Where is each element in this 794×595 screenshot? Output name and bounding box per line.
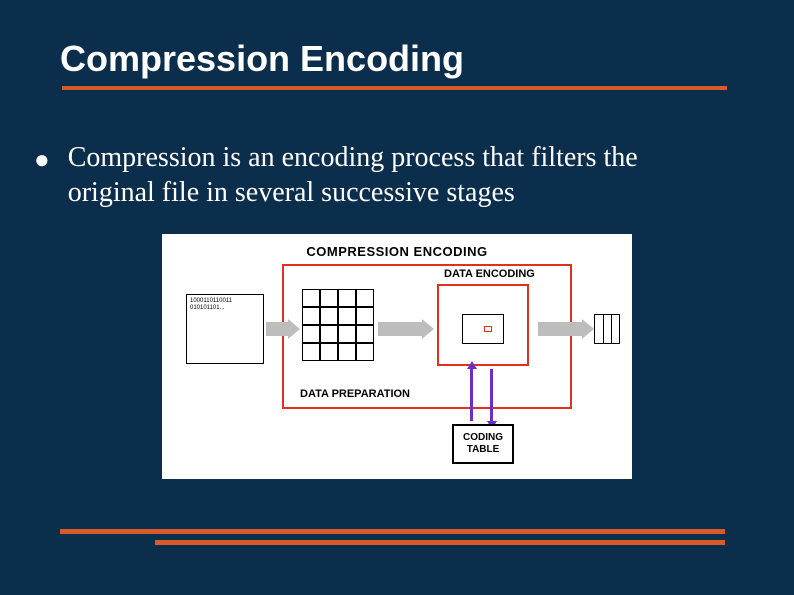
grid-cell — [338, 325, 356, 343]
encoder-symbol — [484, 326, 492, 332]
grid-cell — [302, 289, 320, 307]
grid-cell — [338, 307, 356, 325]
grid-cell — [356, 343, 374, 361]
encoder-box — [462, 314, 504, 344]
footer-decoration — [60, 529, 734, 545]
coding-table-box: CODING TABLE — [452, 424, 514, 464]
title-underline — [62, 86, 727, 90]
slide: Compression Encoding ● Compression is an… — [0, 0, 794, 595]
bullet-item: ● Compression is an encoding process tha… — [34, 140, 734, 210]
bullet-marker: ● — [34, 144, 50, 175]
diagram-container: COMPRESSION ENCODING DATA ENCODING 10001… — [60, 234, 734, 479]
grid-cell — [320, 325, 338, 343]
diagram-title: COMPRESSION ENCODING — [306, 244, 487, 259]
input-bits-text: 1000110110011 010101101... — [190, 298, 232, 312]
grid-cell — [320, 307, 338, 325]
compression-diagram: COMPRESSION ENCODING DATA ENCODING 10001… — [162, 234, 632, 479]
data-preparation-grid — [302, 289, 374, 361]
grid-cell — [338, 289, 356, 307]
grid-cell — [356, 325, 374, 343]
data-encoding-label: DATA ENCODING — [444, 268, 535, 280]
grid-cell — [320, 343, 338, 361]
grid-cell — [302, 343, 320, 361]
footer-bar-2 — [155, 540, 725, 545]
slide-title: Compression Encoding — [60, 38, 734, 80]
input-bits-line2: 010101101... — [190, 305, 225, 311]
input-bits-line1: 1000110110011 — [190, 298, 232, 304]
grid-cell — [320, 289, 338, 307]
coding-table-arrow-down — [490, 369, 493, 421]
coding-table-line2: TABLE — [467, 444, 500, 456]
grid-cell — [302, 325, 320, 343]
arrow-grid-to-encoder — [378, 322, 422, 336]
bullet-text: Compression is an encoding process that … — [68, 140, 708, 210]
grid-cell — [338, 343, 356, 361]
footer-bar-1 — [60, 529, 725, 534]
output-box — [594, 314, 620, 344]
arrow-encoder-to-output — [538, 322, 582, 336]
coding-table-line1: CODING — [463, 432, 503, 444]
arrow-input-to-grid — [266, 322, 288, 336]
data-preparation-label: DATA PREPARATION — [300, 388, 410, 400]
grid-cell — [356, 307, 374, 325]
coding-table-arrow-up — [470, 369, 473, 421]
grid-cell — [356, 289, 374, 307]
grid-cell — [302, 307, 320, 325]
